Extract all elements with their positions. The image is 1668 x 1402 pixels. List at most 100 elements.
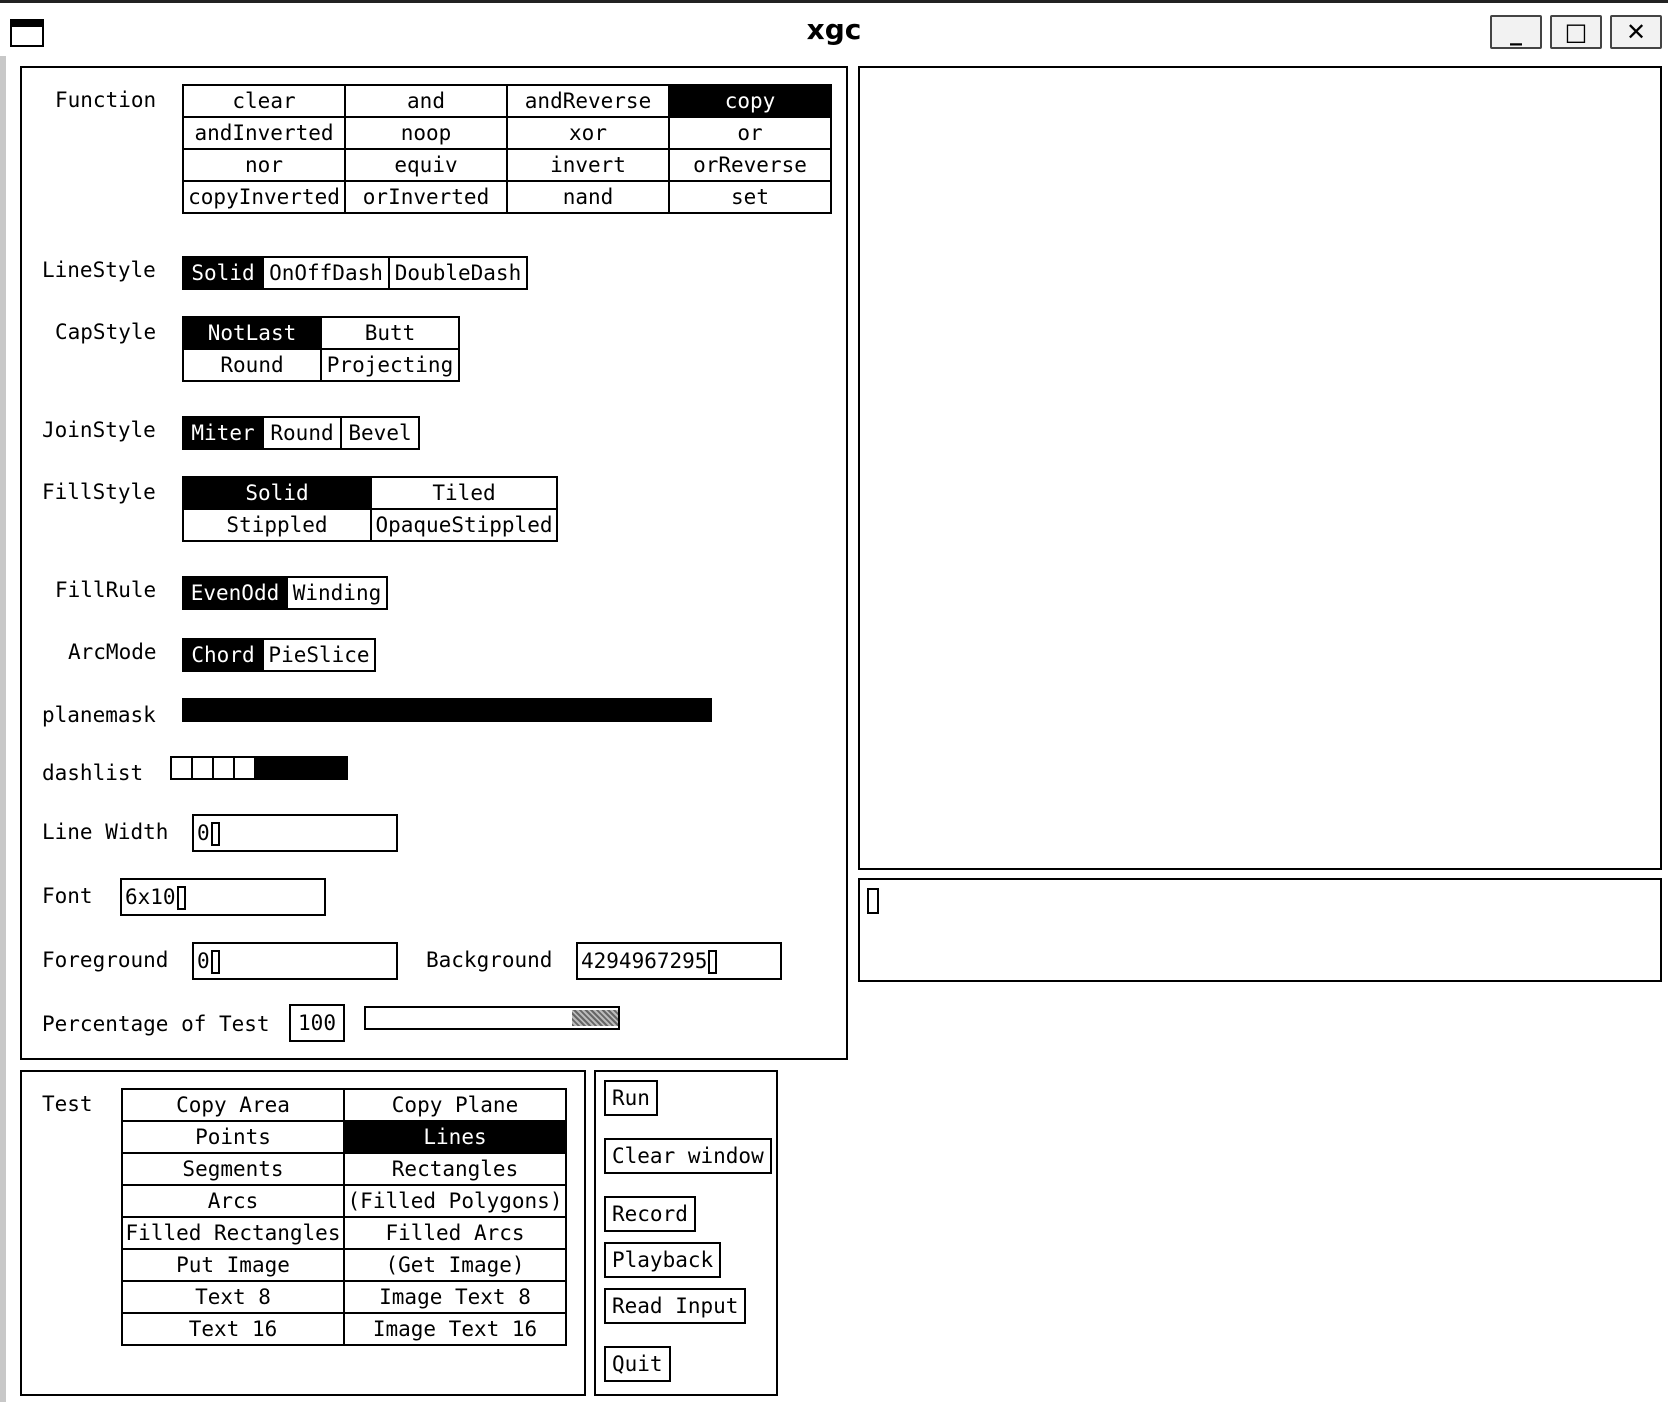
linewidth-value: 0 — [197, 821, 210, 845]
joinstyle-grid: Miter Round Bevel — [182, 416, 420, 450]
linestyle-label: LineStyle — [42, 258, 156, 282]
planemask-label: planemask — [42, 703, 156, 727]
arcmode-option[interactable]: Chord — [182, 638, 264, 672]
foreground-field[interactable]: 0 — [192, 942, 398, 980]
linestyle-option[interactable]: DoubleDash — [388, 256, 528, 290]
test-option[interactable]: (Get Image) — [343, 1248, 567, 1282]
percentage-value: 100 — [289, 1004, 345, 1042]
function-option[interactable]: set — [668, 180, 832, 214]
fillrule-option[interactable]: Winding — [286, 576, 388, 610]
capstyle-grid: NotLast Butt Round Projecting — [182, 316, 460, 382]
function-option[interactable]: copy — [668, 84, 832, 118]
font-field[interactable]: 6x10 — [120, 878, 326, 916]
fillstyle-option[interactable]: Stippled — [182, 508, 372, 542]
joinstyle-option[interactable]: Round — [262, 416, 342, 450]
function-option[interactable]: noop — [344, 116, 508, 150]
function-option[interactable]: nand — [506, 180, 670, 214]
fillstyle-label: FillStyle — [42, 480, 156, 504]
minimize-button[interactable]: _ — [1490, 15, 1542, 49]
linestyle-option[interactable]: OnOffDash — [262, 256, 390, 290]
window-title: xgc — [806, 13, 862, 46]
test-option[interactable]: Segments — [121, 1152, 345, 1186]
capstyle-option[interactable]: NotLast — [182, 316, 322, 350]
dashlist-bar[interactable] — [170, 756, 348, 780]
capstyle-option[interactable]: Round — [182, 348, 322, 382]
arcmode-grid: Chord PieSlice — [182, 638, 376, 672]
test-option[interactable]: Copy Area — [121, 1088, 345, 1122]
function-option[interactable]: and — [344, 84, 508, 118]
joinstyle-option[interactable]: Bevel — [340, 416, 420, 450]
background-label: Background — [426, 948, 553, 972]
fillstyle-grid: Solid Tiled Stippled OpaqueStippled — [182, 476, 558, 542]
test-option[interactable]: Filled Arcs — [343, 1216, 567, 1250]
test-option[interactable]: Text 8 — [121, 1280, 345, 1314]
function-option[interactable]: andReverse — [506, 84, 670, 118]
linestyle-option[interactable]: Solid — [182, 256, 264, 290]
linewidth-label: Line Width — [42, 820, 169, 844]
slider-thumb[interactable] — [572, 1010, 618, 1026]
title-bar: xgc _ □ ✕ — [0, 0, 1668, 59]
read-input-button[interactable]: Read Input — [604, 1288, 747, 1324]
function-grid: clear and andReverse copy andInverted no… — [182, 84, 832, 214]
fillstyle-option[interactable]: Tiled — [370, 476, 558, 510]
percentage-slider[interactable] — [364, 1006, 620, 1030]
record-button[interactable]: Record — [604, 1196, 696, 1232]
quit-button[interactable]: Quit — [604, 1346, 671, 1382]
close-button[interactable]: ✕ — [1610, 15, 1662, 49]
window-left-border — [0, 56, 6, 1402]
fillstyle-option[interactable]: OpaqueStippled — [370, 508, 558, 542]
test-option[interactable]: Image Text 16 — [343, 1312, 567, 1346]
dash-segment[interactable] — [193, 758, 214, 778]
function-option[interactable]: equiv — [344, 148, 508, 182]
dash-segment[interactable] — [214, 758, 235, 778]
test-option[interactable]: Arcs — [121, 1184, 345, 1218]
maximize-button[interactable]: □ — [1550, 15, 1602, 49]
function-option[interactable]: nor — [182, 148, 346, 182]
fillrule-label: FillRule — [55, 578, 157, 602]
test-option[interactable]: Points — [121, 1120, 345, 1154]
arcmode-option[interactable]: PieSlice — [262, 638, 376, 672]
function-option[interactable]: andInverted — [182, 116, 346, 150]
capstyle-option[interactable]: Butt — [320, 316, 460, 350]
test-label: Test — [42, 1092, 93, 1116]
function-option[interactable]: invert — [506, 148, 670, 182]
joinstyle-option[interactable]: Miter — [182, 416, 264, 450]
test-option[interactable]: (Filled Polygons) — [343, 1184, 567, 1218]
function-option[interactable]: xor — [506, 116, 670, 150]
foreground-value: 0 — [197, 949, 210, 973]
text-cursor — [210, 822, 220, 846]
test-option[interactable]: Rectangles — [343, 1152, 567, 1186]
test-option[interactable]: Copy Plane — [343, 1088, 567, 1122]
drawing-canvas[interactable] — [858, 66, 1662, 870]
result-text-area[interactable] — [858, 878, 1662, 982]
function-option[interactable]: clear — [182, 84, 346, 118]
playback-button[interactable]: Playback — [604, 1242, 722, 1278]
capstyle-label: CapStyle — [55, 320, 157, 344]
function-option[interactable]: orReverse — [668, 148, 832, 182]
text-cursor — [210, 950, 220, 974]
background-field[interactable]: 4294967295 — [576, 942, 782, 980]
dash-segment[interactable] — [172, 758, 193, 778]
foreground-label: Foreground — [42, 948, 169, 972]
function-option[interactable]: or — [668, 116, 832, 150]
test-option[interactable]: Filled Rectangles — [121, 1216, 345, 1250]
run-button[interactable]: Run — [604, 1080, 658, 1116]
test-option[interactable]: Text 16 — [121, 1312, 345, 1346]
dash-segment[interactable] — [235, 758, 256, 778]
function-option[interactable]: orInverted — [344, 180, 508, 214]
function-option[interactable]: copyInverted — [182, 180, 346, 214]
test-option[interactable]: Put Image — [121, 1248, 345, 1282]
clear-window-button[interactable]: Clear window — [604, 1138, 772, 1174]
fillstyle-option[interactable]: Solid — [182, 476, 372, 510]
test-option[interactable]: Image Text 8 — [343, 1280, 567, 1314]
dash-segment[interactable] — [256, 758, 346, 778]
linewidth-field[interactable]: 0 — [192, 814, 398, 852]
font-value: 6x10 — [125, 885, 176, 909]
planemask-bar[interactable] — [182, 698, 712, 722]
test-option[interactable]: Lines — [343, 1120, 567, 1154]
capstyle-option[interactable]: Projecting — [320, 348, 460, 382]
fillrule-option[interactable]: EvenOdd — [182, 576, 288, 610]
arcmode-label: ArcMode — [68, 640, 157, 664]
test-grid: Copy Area Copy Plane Points Lines Segments… — [121, 1088, 567, 1346]
text-cursor — [867, 888, 879, 914]
